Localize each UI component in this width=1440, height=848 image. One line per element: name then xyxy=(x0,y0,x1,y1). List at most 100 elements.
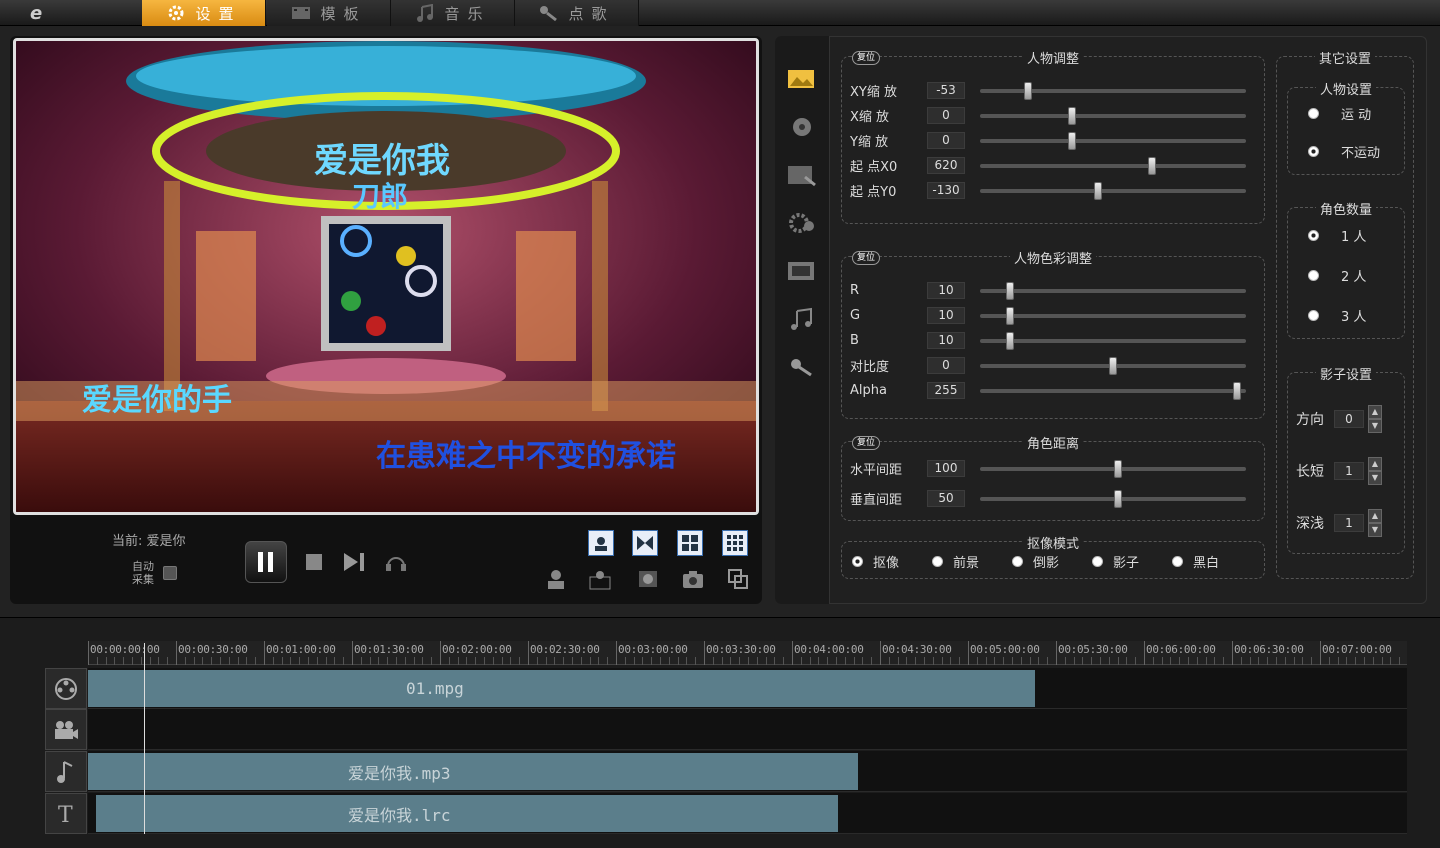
timeline-clip[interactable]: 爱是你我.lrc xyxy=(96,795,838,832)
layout-single-button[interactable] xyxy=(588,530,614,556)
layout-grid-button[interactable] xyxy=(722,530,748,556)
slider-knob[interactable] xyxy=(1024,82,1032,100)
setting-value-input[interactable]: 255 xyxy=(927,381,965,399)
sidebar-background-button[interactable] xyxy=(787,162,817,188)
slider-knob[interactable] xyxy=(1006,332,1014,350)
role-count-option[interactable]: 1 人 xyxy=(1308,226,1366,245)
role-distance-reset-button[interactable]: 复位 xyxy=(852,436,881,450)
capture-mode-option[interactable]: 影子 xyxy=(1092,552,1139,571)
capture-mode-option[interactable]: 抠像 xyxy=(852,552,899,571)
role-count-option[interactable]: 3 人 xyxy=(1308,306,1366,325)
slider-knob[interactable] xyxy=(1114,460,1122,478)
spinner-down-icon[interactable]: ▼ xyxy=(1368,419,1382,433)
tab-settings[interactable]: 设置 xyxy=(142,0,266,26)
setting-slider[interactable] xyxy=(980,332,1246,350)
shadow-spinner[interactable]: 方向 0 ▲ ▼ xyxy=(1296,405,1382,433)
spinner-down-icon[interactable]: ▼ xyxy=(1368,523,1382,537)
shadow-value-input[interactable]: 1 xyxy=(1334,514,1364,532)
ruler-minor-tick xyxy=(950,657,952,665)
spinner-up-icon[interactable]: ▲ xyxy=(1368,405,1382,419)
sidebar-effect-button[interactable] xyxy=(787,114,817,140)
role-count-option[interactable]: 2 人 xyxy=(1308,266,1366,285)
setting-slider[interactable] xyxy=(980,382,1246,400)
record-button[interactable] xyxy=(635,566,661,592)
tab-template[interactable]: 模板 xyxy=(267,0,391,26)
setting-slider[interactable] xyxy=(980,157,1246,175)
setting-value-input[interactable]: 620 xyxy=(927,156,965,174)
spinner-down-icon[interactable]: ▼ xyxy=(1368,471,1382,485)
sidebar-music-button[interactable] xyxy=(787,306,817,332)
capture-mode-option[interactable]: 倒影 xyxy=(1012,552,1059,571)
auto-capture-checkbox[interactable] xyxy=(163,566,177,580)
layout-mirror-button[interactable] xyxy=(632,530,658,556)
ruler-major-tick xyxy=(176,641,177,665)
tab-music[interactable]: 音乐 xyxy=(391,0,515,26)
setting-value-input[interactable]: 10 xyxy=(927,331,965,349)
stop-button[interactable] xyxy=(303,551,325,573)
setting-slider[interactable] xyxy=(980,82,1246,100)
radio-icon xyxy=(1308,108,1319,119)
timeline-clip[interactable]: 爱是你我.mp3 xyxy=(88,753,858,790)
spinner-arrows: ▲ ▼ xyxy=(1368,457,1382,485)
setting-value-input[interactable]: -130 xyxy=(927,181,965,199)
tab-song-select[interactable]: 点歌 xyxy=(515,0,639,26)
setting-value-input[interactable]: 0 xyxy=(927,106,965,124)
next-button[interactable] xyxy=(341,551,367,573)
ruler-minor-tick xyxy=(475,657,477,665)
setting-slider[interactable] xyxy=(980,132,1246,150)
sidebar-settings-button[interactable] xyxy=(787,210,817,236)
playhead[interactable] xyxy=(144,643,145,834)
pause-button[interactable] xyxy=(245,541,287,583)
setting-slider[interactable] xyxy=(980,282,1246,300)
slider-knob[interactable] xyxy=(1068,107,1076,125)
sidebar-mic-button[interactable] xyxy=(787,354,817,380)
sidebar-image-button[interactable] xyxy=(787,66,817,92)
setting-value-input[interactable]: 10 xyxy=(927,306,965,324)
timeline-ruler[interactable]: 00:00:00:00 00:00:30:00 00:01:00:00 00:01:3… xyxy=(88,641,1407,665)
video-preview[interactable]: 爱是你我 刀郎 爱是你的手 在患难之中不变的承诺 xyxy=(13,38,759,515)
camera-track[interactable] xyxy=(88,709,1407,750)
person-background-button[interactable] xyxy=(587,566,613,592)
sidebar-video-button[interactable] xyxy=(787,258,817,284)
timeline-clip[interactable]: 01.mpg xyxy=(88,670,1035,707)
setting-slider[interactable] xyxy=(980,107,1246,125)
grid-3x3-icon xyxy=(727,535,743,551)
slider-knob[interactable] xyxy=(1233,382,1241,400)
shadow-spinner[interactable]: 深浅 1 ▲ ▼ xyxy=(1296,509,1382,537)
layout-quad-button[interactable] xyxy=(677,530,703,556)
color-adjust-reset-button[interactable]: 复位 xyxy=(852,251,881,265)
person-button[interactable] xyxy=(543,566,569,592)
slider-knob[interactable] xyxy=(1148,157,1156,175)
headphone-button[interactable] xyxy=(384,551,408,573)
slider-knob[interactable] xyxy=(1006,282,1014,300)
slider-knob[interactable] xyxy=(1068,132,1076,150)
slider-knob[interactable] xyxy=(1114,490,1122,508)
setting-value-input[interactable]: 10 xyxy=(927,281,965,299)
setting-slider[interactable] xyxy=(980,490,1246,508)
slider-knob[interactable] xyxy=(1006,307,1014,325)
pip-button[interactable] xyxy=(725,566,751,592)
setting-slider[interactable] xyxy=(980,357,1246,375)
setting-slider[interactable] xyxy=(980,307,1246,325)
capture-mode-option[interactable]: 前景 xyxy=(932,552,979,571)
capture-mode-option[interactable]: 黑白 xyxy=(1172,552,1219,571)
person-motion-option[interactable]: 不运动 xyxy=(1308,142,1380,161)
setting-value-input[interactable]: 100 xyxy=(927,459,965,477)
setting-row: 对比度 0 xyxy=(850,355,965,375)
setting-slider[interactable] xyxy=(980,182,1246,200)
person-motion-option[interactable]: 运 动 xyxy=(1308,104,1371,123)
setting-value-input[interactable]: -53 xyxy=(927,81,965,99)
spinner-up-icon[interactable]: ▲ xyxy=(1368,509,1382,523)
shadow-spinner[interactable]: 长短 1 ▲ ▼ xyxy=(1296,457,1382,485)
slider-knob[interactable] xyxy=(1094,182,1102,200)
snapshot-button[interactable] xyxy=(680,566,706,592)
setting-value-input[interactable]: 0 xyxy=(927,356,965,374)
spinner-up-icon[interactable]: ▲ xyxy=(1368,457,1382,471)
setting-slider[interactable] xyxy=(980,460,1246,478)
shadow-value-input[interactable]: 0 xyxy=(1334,410,1364,428)
setting-value-input[interactable]: 0 xyxy=(927,131,965,149)
shadow-value-input[interactable]: 1 xyxy=(1334,462,1364,480)
slider-knob[interactable] xyxy=(1109,357,1117,375)
setting-value-input[interactable]: 50 xyxy=(927,489,965,507)
person-adjust-reset-button[interactable]: 复位 xyxy=(852,51,881,65)
